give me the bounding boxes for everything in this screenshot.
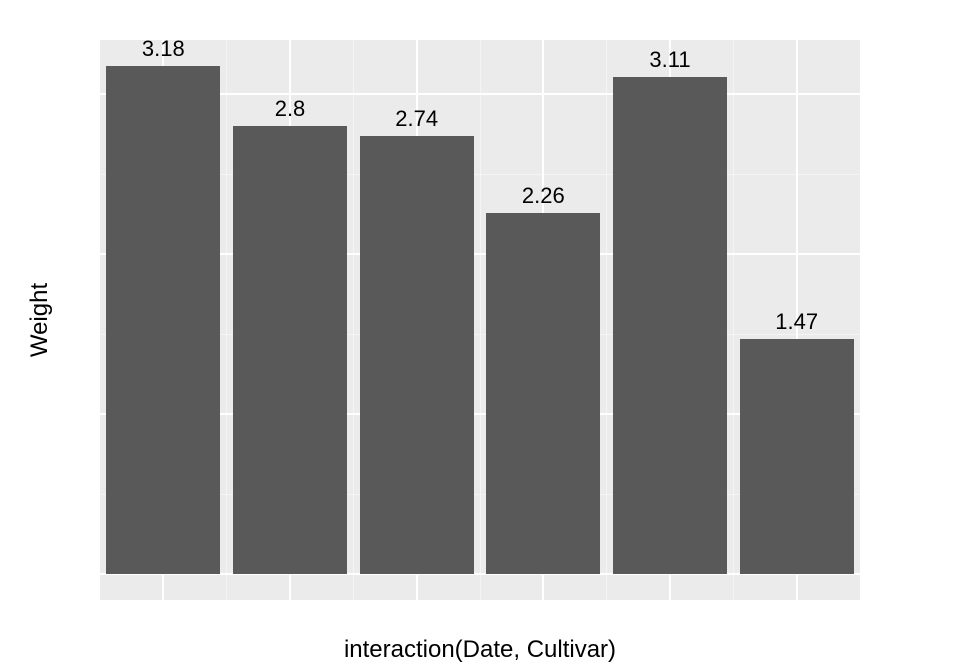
bar	[233, 126, 347, 574]
bar-value-label: 2.74	[395, 106, 438, 132]
grid-minor-v	[353, 40, 354, 600]
bar-value-label: 2.26	[522, 183, 565, 209]
plot-area: 0123d16.c39d20.c39d21.c39d16.c52d20.c52d…	[100, 40, 860, 600]
bar-value-label: 3.18	[142, 40, 185, 62]
y-axis-title: Weight	[26, 283, 54, 357]
grid-minor-v	[226, 40, 227, 600]
bar	[106, 66, 220, 575]
bar	[613, 77, 727, 575]
x-axis-title: interaction(Date, Cultivar)	[344, 636, 616, 664]
grid-minor-v	[480, 40, 481, 600]
bar	[486, 213, 600, 575]
grid-minor-v	[606, 40, 607, 600]
bar-value-label: 3.11	[649, 47, 690, 73]
grid-minor-v	[733, 40, 734, 600]
bar-value-label: 1.47	[775, 309, 818, 335]
bar-value-label: 2.8	[275, 96, 306, 122]
bar	[360, 136, 474, 574]
chart-panel: 0123d16.c39d20.c39d21.c39d16.c52d20.c52d…	[100, 40, 860, 600]
bar	[740, 339, 854, 574]
